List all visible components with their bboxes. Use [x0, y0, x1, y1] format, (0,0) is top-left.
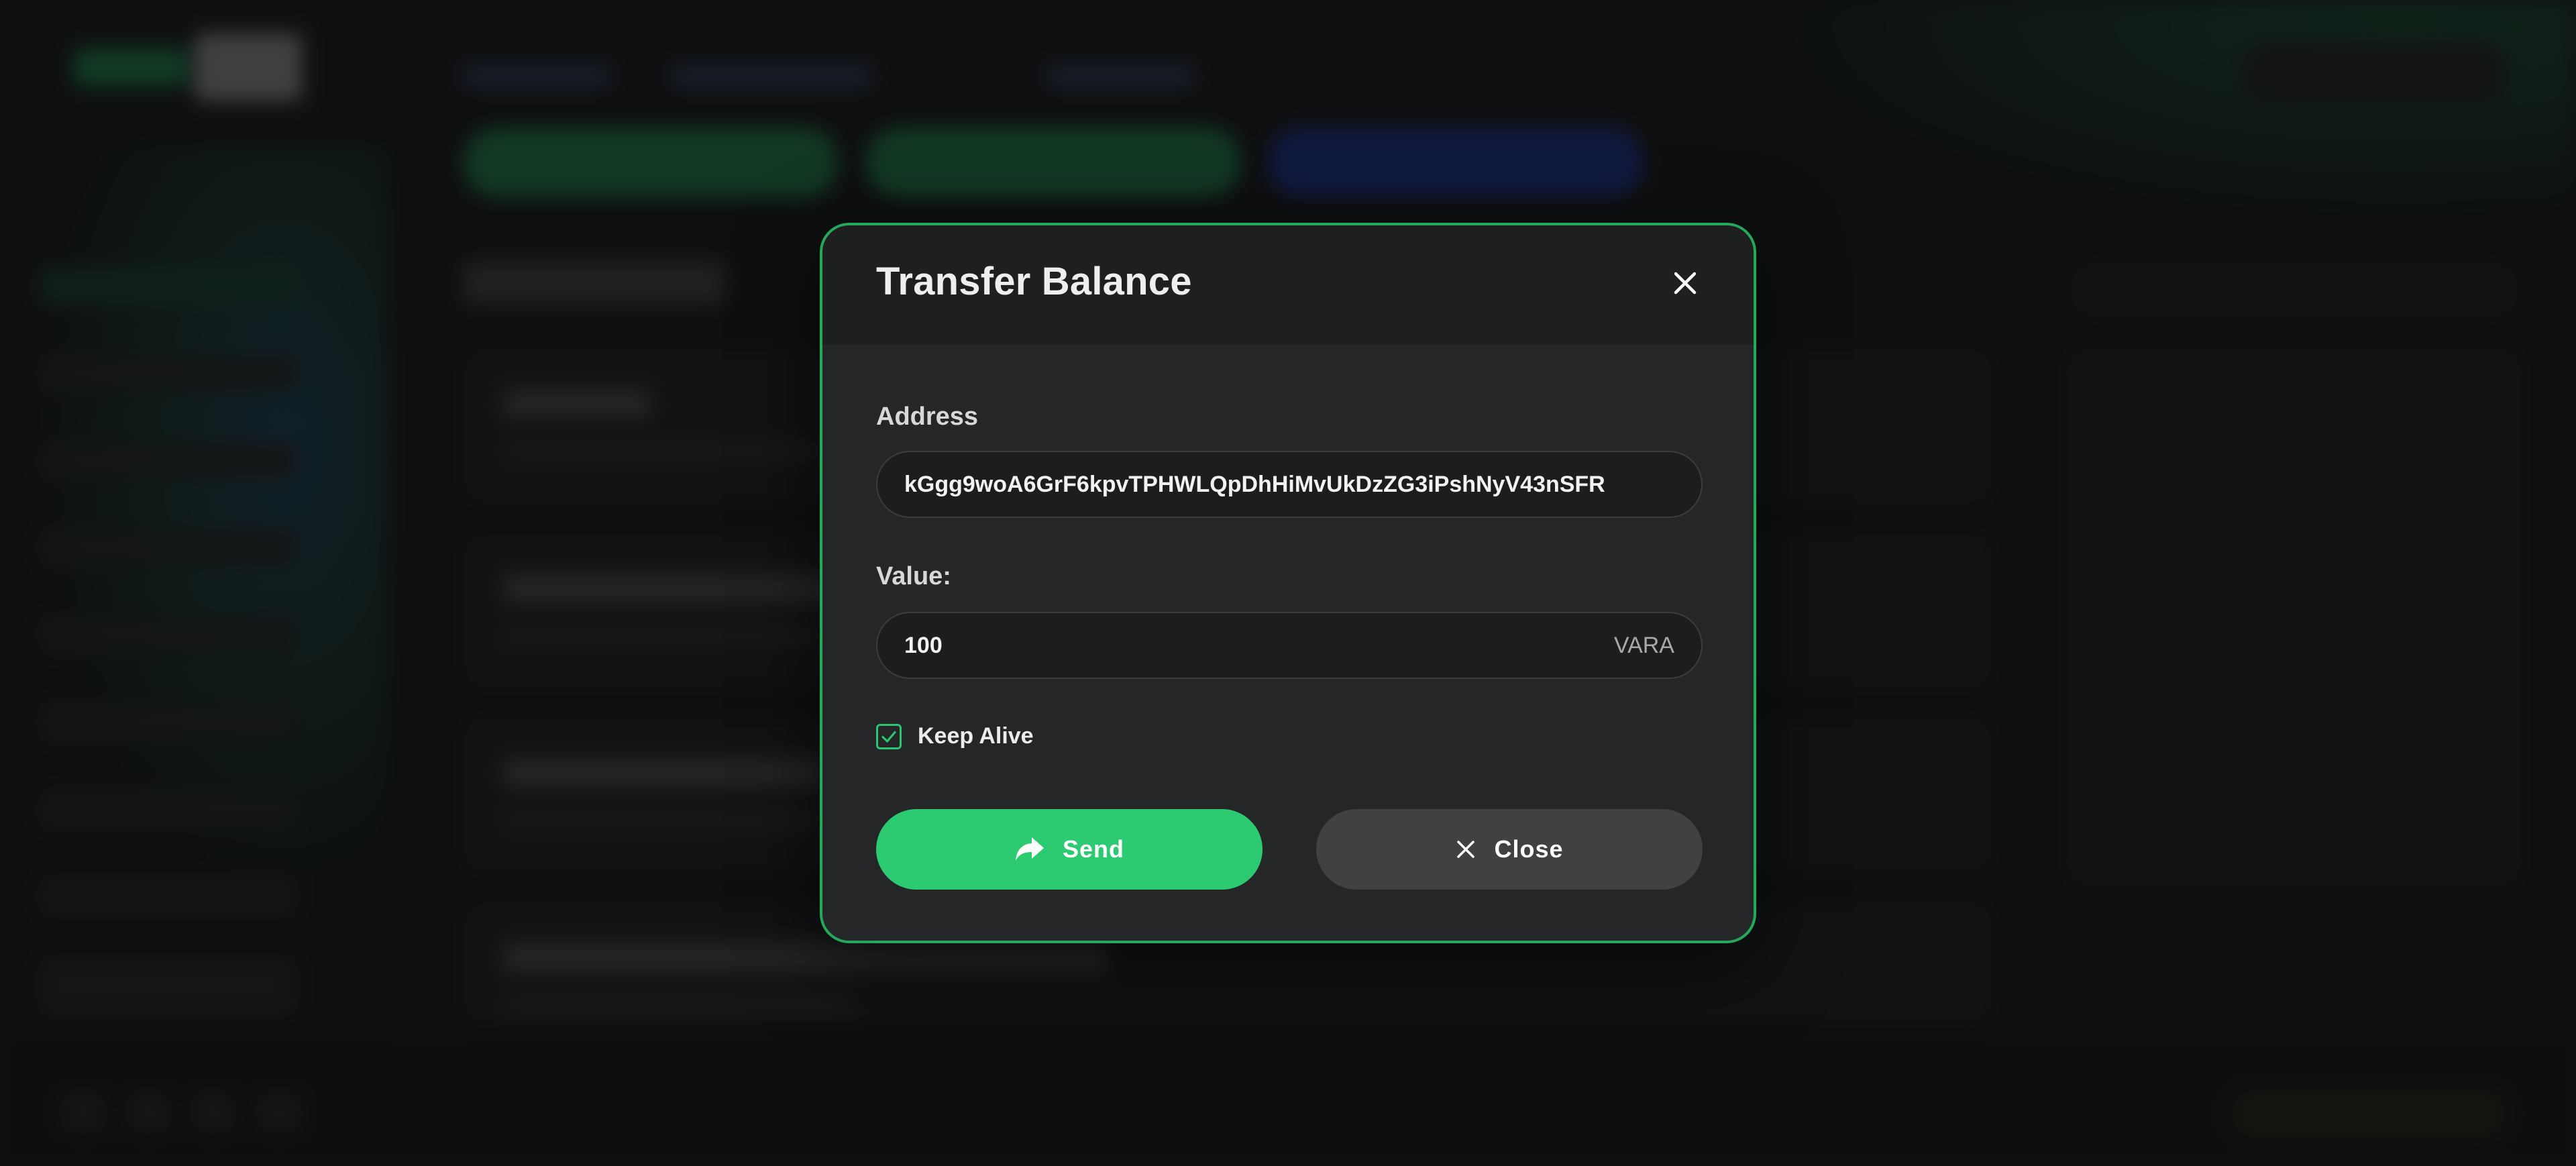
- keep-alive-label: Keep Alive: [918, 723, 1034, 749]
- keep-alive-option[interactable]: Keep Alive: [876, 723, 1034, 749]
- transfer-balance-modal: Transfer Balance Address Value: VARA Kee…: [820, 223, 1756, 943]
- close-icon: [1457, 841, 1475, 858]
- address-label: Address: [876, 403, 979, 431]
- check-icon: [881, 731, 896, 743]
- send-button-label: Send: [1062, 835, 1124, 863]
- close-button-label: Close: [1494, 835, 1564, 863]
- close-icon[interactable]: [1669, 267, 1701, 299]
- close-button[interactable]: Close: [1316, 809, 1703, 890]
- value-label: Value:: [876, 562, 951, 590]
- modal-title: Transfer Balance: [876, 260, 1192, 303]
- keep-alive-checkbox[interactable]: [876, 723, 902, 749]
- share-arrow-icon: [1015, 837, 1044, 861]
- value-input[interactable]: [904, 632, 1614, 659]
- currency-unit: VARA: [1613, 632, 1674, 658]
- modal-header: Transfer Balance: [822, 225, 1754, 345]
- value-field[interactable]: VARA: [876, 612, 1703, 679]
- address-field[interactable]: [876, 451, 1703, 518]
- address-input[interactable]: [904, 471, 1674, 498]
- send-button[interactable]: Send: [876, 809, 1263, 890]
